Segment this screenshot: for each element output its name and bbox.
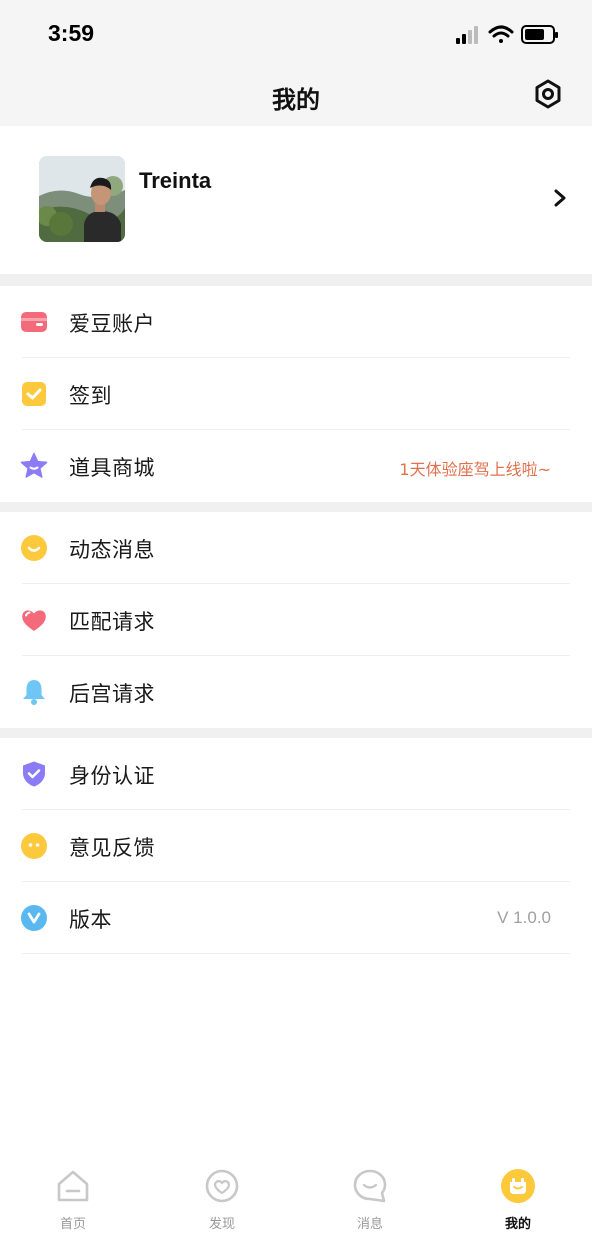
- status-time: 3:59: [48, 20, 95, 46]
- bottom-tab-bar: 首页 发现 消息 我的: [0, 1158, 592, 1238]
- menu-label: 身份认证: [69, 764, 155, 788]
- promo-text: 1天体验座驾上线啦~: [399, 460, 551, 479]
- signal-icon: [456, 26, 478, 44]
- heart-icon: [22, 610, 46, 631]
- chevron-right-icon: [554, 189, 566, 207]
- menu-label: 后宫请求: [69, 682, 155, 706]
- status-bar: 3:59: [0, 0, 592, 70]
- menu-item-harem-requests[interactable]: 后宫请求: [0, 656, 592, 728]
- nav-bar: 我的: [0, 70, 592, 126]
- menu-label: 签到: [69, 384, 112, 408]
- menu-label: 动态消息: [69, 538, 155, 562]
- bell-icon: [23, 680, 45, 705]
- me-icon: [501, 1169, 535, 1203]
- tab-label: 消息: [356, 1217, 383, 1232]
- section-gap: [0, 274, 592, 286]
- menu-item-checkin[interactable]: 签到: [0, 358, 592, 430]
- section-gap: [0, 502, 592, 512]
- feedback-face-icon: [21, 833, 47, 859]
- tab-me[interactable]: 我的: [478, 1168, 558, 1238]
- version-value: V 1.0.0: [497, 908, 551, 927]
- menu-item-identity-verification[interactable]: 身份认证: [0, 738, 592, 810]
- home-icon: [57, 1170, 89, 1202]
- profile-card[interactable]: Treinta: [0, 126, 592, 274]
- menu-item-feedback[interactable]: 意见反馈: [0, 810, 592, 882]
- menu-label: 爱豆账户: [69, 312, 155, 336]
- menu-item-dynamic-messages[interactable]: 动态消息: [0, 512, 592, 584]
- status-icons: [456, 25, 558, 44]
- discover-icon: [205, 1169, 239, 1203]
- menu-label: 道具商城: [69, 456, 155, 480]
- tab-label: 我的: [504, 1217, 531, 1232]
- menu-item-prop-store[interactable]: 道具商城 1天体验座驾上线啦~: [0, 430, 592, 502]
- battery-icon: [521, 25, 558, 44]
- menu-label: 意见反馈: [69, 836, 155, 860]
- tab-messages[interactable]: 消息: [330, 1168, 410, 1238]
- section-gap: [0, 728, 592, 738]
- tab-label: 发现: [208, 1217, 235, 1232]
- tab-label: 首页: [59, 1217, 86, 1232]
- settings-icon[interactable]: [532, 78, 564, 110]
- divider: [22, 953, 570, 954]
- version-v-icon: [21, 905, 47, 931]
- menu-label: 匹配请求: [69, 610, 155, 634]
- menu-item-match-requests[interactable]: 匹配请求: [0, 584, 592, 656]
- checkbox-icon: [22, 382, 46, 406]
- wifi-icon: [488, 25, 514, 43]
- smile-icon: [21, 535, 47, 561]
- tab-home[interactable]: 首页: [33, 1168, 113, 1238]
- star-face-icon: [20, 452, 48, 478]
- wallet-icon: [21, 312, 47, 332]
- shield-check-icon: [23, 761, 45, 787]
- menu-label: 版本: [69, 908, 112, 932]
- message-icon: [353, 1169, 387, 1203]
- profile-name: Treinta: [139, 168, 212, 193]
- page-title: 我的: [272, 86, 320, 114]
- avatar: [39, 156, 125, 242]
- menu-item-version[interactable]: 版本 V 1.0.0: [0, 882, 592, 954]
- menu-item-aidou-account[interactable]: 爱豆账户: [0, 286, 592, 358]
- tab-discover[interactable]: 发现: [182, 1168, 262, 1238]
